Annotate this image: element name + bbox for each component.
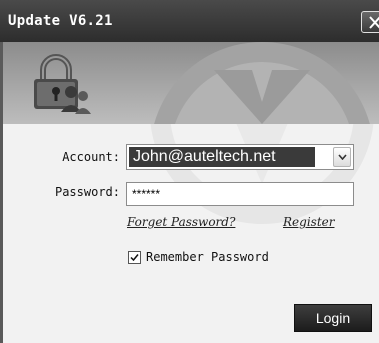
account-dropdown[interactable]: John@auteltech.net — [126, 144, 354, 170]
login-button[interactable]: Login — [294, 304, 372, 332]
header-banner — [0, 42, 379, 124]
update-dialog: Update V6.21 Account: John@auteltech.net… — [0, 0, 379, 343]
window-left-border — [0, 42, 3, 343]
account-label: Account: — [62, 150, 120, 164]
chevron-down-icon — [338, 154, 347, 160]
password-label: Password: — [54, 185, 120, 199]
window-title: Update V6.21 — [8, 13, 113, 29]
password-field[interactable] — [126, 182, 354, 206]
dropdown-arrow-button[interactable] — [333, 147, 351, 167]
title-bar[interactable]: Update V6.21 — [0, 0, 379, 42]
register-link[interactable]: Register — [283, 215, 334, 229]
checkmark-icon — [130, 254, 139, 262]
remember-password-checkbox[interactable] — [128, 251, 141, 264]
remember-password-label: Remember Password — [146, 250, 269, 264]
close-button[interactable] — [361, 11, 379, 33]
close-icon — [369, 16, 379, 29]
forget-password-link[interactable]: Forget Password? — [127, 215, 235, 229]
account-selected-value: John@auteltech.net — [129, 147, 315, 167]
lock-users-icon — [34, 54, 91, 114]
